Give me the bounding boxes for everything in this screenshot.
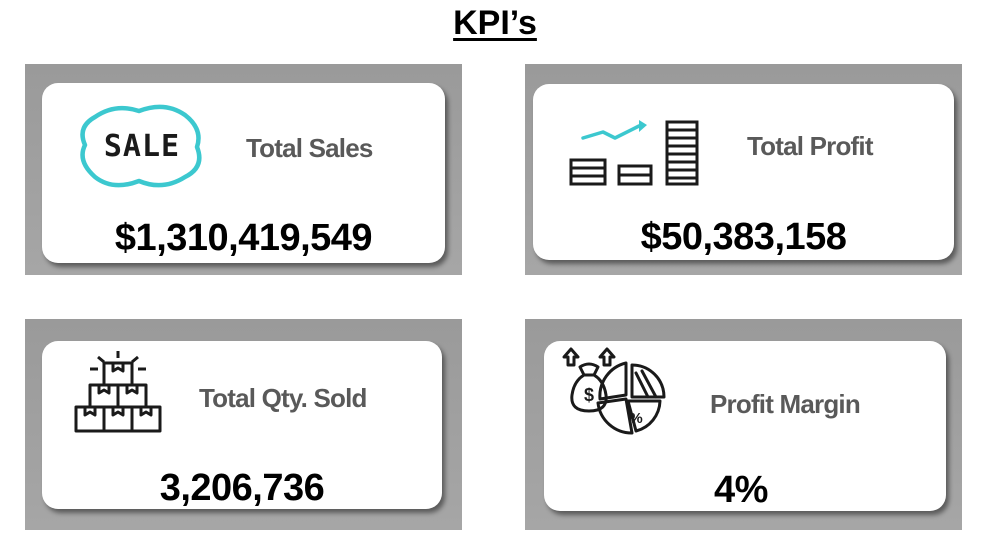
profit-margin-card[interactable]: $ % Profit Margin 4% (544, 341, 946, 511)
total-qty-sold-label: Total Qty. Sold (199, 383, 367, 413)
profit-margin-label: Profit Margin (710, 389, 861, 419)
total-profit-card[interactable]: Total Profit $50,383,158 (533, 84, 954, 260)
money-bag-pie-icon: $ % (554, 347, 676, 443)
pie-percent-text: % (629, 410, 642, 427)
stacked-boxes-icon (68, 349, 168, 439)
sale-tag-text: SALE (104, 129, 180, 164)
total-profit-tile: Total Profit $50,383,158 (525, 64, 962, 275)
profit-margin-value: 4% (714, 469, 768, 511)
total-sales-card[interactable]: SALE Total Sales $1,310,419,549 (42, 83, 445, 263)
total-qty-sold-card[interactable]: Total Qty. Sold 3,206,736 (42, 341, 442, 509)
total-profit-label: Total Profit (747, 131, 873, 161)
page-title: KPI’s (453, 4, 537, 42)
total-profit-value: $50,383,158 (640, 216, 847, 258)
profit-growth-icon (567, 118, 699, 188)
total-sales-label: Total Sales (246, 133, 373, 163)
money-bag-dollar-text: $ (584, 385, 594, 405)
profit-margin-tile: $ % Profit Margin 4% (525, 319, 962, 530)
total-sales-tile: SALE Total Sales $1,310,419,549 (25, 64, 462, 275)
total-sales-value: $1,310,419,549 (114, 217, 373, 259)
sale-tag-icon: SALE (77, 99, 207, 191)
total-qty-sold-tile: Total Qty. Sold 3,206,736 (25, 319, 462, 530)
total-qty-sold-value: 3,206,736 (159, 467, 325, 509)
